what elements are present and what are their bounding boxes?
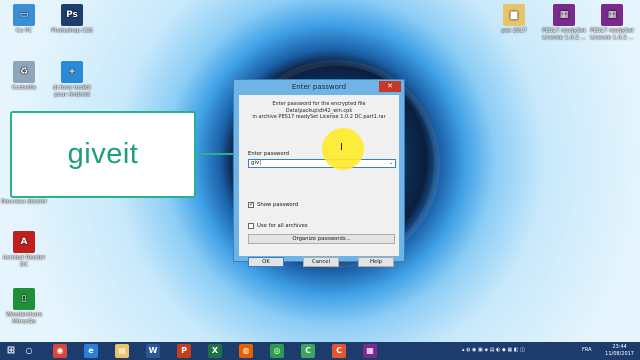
desktop-icon-label: Wondershare MirrorGo [5,312,43,325]
show-password-label: Show password [257,202,299,208]
cancel-button[interactable]: Cancel [303,257,339,267]
folder-icon: ▆ [503,4,525,26]
desktop-icon-recycle-bin[interactable]: ♻ Corbeille [0,61,48,92]
desktop-icon-new-folder[interactable]: Nouveau dossier [0,199,48,206]
taskbar: ⊞ ○ ◉ e ▤ W P X ◍ ◎ C C ▦ ▴ ◍ ◉ ▣ ◈ ▤ ◐ ◆ ▦ ◧ ◫ FRA… [0,342,640,360]
ok-label: OK [262,259,270,265]
enter-password-dialog: Enter password ✕ Enter password for the … [233,79,405,267]
chevron-down-icon[interactable]: ⌄ [389,160,393,167]
dialog-body: Enter password for the encrypted file Da… [239,95,399,267]
recycle-bin-icon: ♻ [13,61,35,83]
clock-time: 23:44 [612,344,627,350]
desktop-icon-label: Corbeille [11,85,37,91]
desktop-icon-pes2017-folder[interactable]: ▆ pes 2017 [490,4,538,35]
firefox-icon[interactable]: ◍ [239,344,253,358]
excel-icon[interactable]: X [208,344,222,358]
app-orange-icon[interactable]: C [332,344,346,358]
use-for-all-label: Use for all archives [257,223,308,229]
desktop-icon-rar-part1[interactable]: ▦ PES17 readySet License 1.0.2 ... [540,4,588,41]
help-label: Help [369,259,383,265]
desktop-icon-label: PES17 readySet License 1.0.2 ... [590,28,634,41]
text-cursor-icon: I [340,142,343,153]
desktop-icon-label: pes 2017 [501,28,527,34]
photoshop-icon: Ps [61,4,83,26]
language-label: FRA [582,347,592,353]
winrar-archive-icon: ▦ [601,4,623,26]
dialog-titlebar[interactable]: Enter password ✕ [234,80,404,95]
word-icon[interactable]: W [146,344,160,358]
desktop-icon-label: Acrobat Reader DC [2,255,46,268]
password-input[interactable]: giv| ⌄ [248,159,396,168]
password-value: giv [251,160,260,166]
camtasia-icon[interactable]: C [301,344,315,358]
use-for-all-checkbox[interactable] [248,223,254,229]
chrome-icon[interactable]: ◎ [270,344,284,358]
file-explorer-icon[interactable]: ▤ [115,344,129,358]
start-button[interactable]: ⊞ [4,344,18,358]
organize-passwords-label: Organize passwords... [292,236,351,242]
dialog-title: Enter password [291,83,347,91]
callout-text: giveit [67,138,139,170]
windows-logo-icon: ⊞ [6,345,16,356]
desktop-icon-label: Photoshop CS6 [51,28,93,34]
ok-button[interactable]: OK [248,257,284,267]
desktop-icon-label: Ce PC [15,28,33,34]
computer-icon: ▭ [13,4,35,26]
dialog-info: Enter password for the encrypted file Da… [239,101,399,121]
callout-arrow [196,153,236,155]
desktop-icon-photoshop[interactable]: Ps Photoshop CS6 [48,4,96,35]
mirrorgo-icon: ▯ [13,288,35,310]
cursor-highlight [322,128,364,170]
desktop-icon-mirrorgo[interactable]: ▯ Wondershare MirrorGo [0,288,48,325]
desktop-icon-label: PES17 readySet License 1.0.2 ... [542,28,586,41]
drfone-icon: + [61,61,83,83]
password-label: Enter password [248,151,290,157]
desktop-icon-label: dr.fone toolkit pour Android [52,85,92,98]
organize-passwords-button[interactable]: Organize passwords... [248,234,395,244]
close-icon: ✕ [387,82,393,90]
desktop-icon-this-pc[interactable]: ▭ Ce PC [0,4,48,35]
chrome-pinned-icon[interactable]: ◉ [53,344,67,358]
close-button[interactable]: ✕ [379,81,401,92]
search-icon[interactable]: ○ [22,344,36,358]
clock-date: 11/08/2017 [605,351,634,357]
desktop-icon-acrobat[interactable]: A Acrobat Reader DC [0,231,48,268]
help-button[interactable]: Help [358,257,394,267]
desktop-icon-label: Nouveau dossier [1,199,47,205]
desktop-icon-rar-part2[interactable]: ▦ PES17 readySet License 1.0.2 ... [588,4,636,41]
show-password-checkbox[interactable]: ✓ [248,202,254,208]
acrobat-icon: A [13,231,35,253]
desktop-icon-drfone[interactable]: + dr.fone toolkit pour Android [48,61,96,98]
language-indicator[interactable]: FRA [582,347,592,353]
password-callout: giveit [10,111,196,198]
powerpoint-icon[interactable]: P [177,344,191,358]
info-line: in archive PES17 readySet License 1.0.2 … [252,114,386,120]
winrar-icon[interactable]: ▦ [363,344,377,358]
cancel-label: Cancel [312,259,330,265]
edge-icon[interactable]: e [84,344,98,358]
clock[interactable]: 23:44 11/08/2017 [605,344,634,358]
tray-icons[interactable]: ▴ ◍ ◉ ▣ ◈ ▤ ◐ ◆ ▦ ◧ ◫ [462,347,525,353]
winrar-archive-icon: ▦ [553,4,575,26]
